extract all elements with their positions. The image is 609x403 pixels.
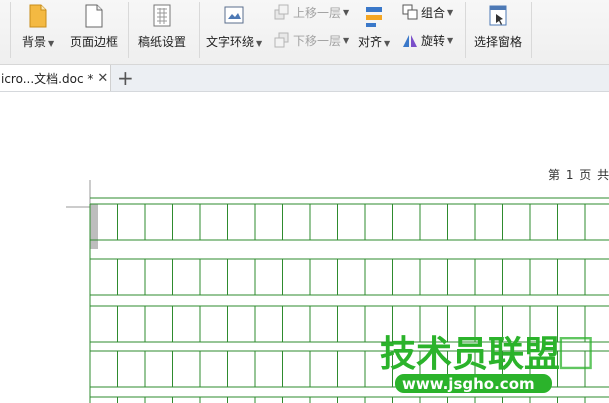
watermark-url: www.jsgho.com [402, 375, 535, 393]
chevron-down-icon: ▼ [447, 7, 454, 17]
manuscript-grid-icon [151, 4, 173, 28]
selection-pane-label: 选择窗格 [474, 35, 523, 49]
rotate-icon [402, 32, 418, 48]
document-canvas[interactable]: 第 1 页 共 技术员联盟 www.jsgho.com □ [0, 92, 609, 403]
document-tab-bar: icro...文档.doc * ✕ + [0, 65, 609, 92]
text-wrap-button[interactable]: 文字环绕 ▼ [206, 0, 262, 50]
manuscript-settings-label: 稿纸设置 [138, 35, 187, 49]
document-tab-title: icro...文档.doc * [1, 71, 94, 86]
page-border-button[interactable]: 页面边框 [70, 0, 118, 50]
send-backward-label: 下移一层 [293, 33, 342, 48]
bring-forward-label: 上移一层 [293, 5, 342, 20]
ribbon-separator [465, 2, 466, 58]
bring-forward-button[interactable]: 上移一层 ▼ [274, 2, 349, 22]
selection-pane-icon [487, 4, 509, 28]
chevron-down-icon: ▼ [343, 7, 350, 17]
ribbon-separator [10, 2, 11, 58]
ribbon-separator [531, 2, 532, 58]
send-backward-icon [274, 32, 290, 48]
close-icon[interactable]: ✕ [97, 71, 108, 86]
chevron-down-icon: ▼ [447, 35, 454, 45]
chevron-down-icon: ▼ [343, 35, 350, 45]
group-icon [402, 4, 418, 20]
page-border-icon [83, 4, 105, 28]
text-wrap-label: 文字环绕 [206, 35, 255, 49]
align-button[interactable]: 对齐 ▼ [358, 0, 390, 50]
watermark-logo: 技术员联盟 www.jsgho.com □ [380, 328, 596, 393]
background-button[interactable]: 背景 ▼ [22, 0, 54, 50]
rotate-button[interactable]: 旋转 ▼ [402, 30, 453, 50]
page-border-label: 页面边框 [70, 35, 119, 49]
svg-text:□: □ [556, 328, 596, 374]
group-button[interactable]: 组合 ▼ [402, 2, 453, 22]
ribbon-toolbar: 背景 ▼ 页面边框 稿纸设置 文字环绕 ▼ 上移一层 ▼ 下移一层 ▼ 对齐 ▼… [0, 0, 609, 65]
add-tab-button[interactable]: + [117, 66, 134, 90]
group-label: 组合 [421, 5, 446, 20]
ribbon-separator [199, 2, 200, 58]
watermark-title: 技术员联盟 [380, 334, 560, 375]
rotate-label: 旋转 [421, 33, 446, 48]
align-label: 对齐 [358, 35, 383, 49]
selection-pane-button[interactable]: 选择窗格 [474, 0, 522, 50]
align-icon [363, 4, 385, 28]
chevron-down-icon: ▼ [256, 39, 263, 48]
chevron-down-icon: ▼ [384, 39, 391, 48]
background-icon [27, 4, 49, 28]
chevron-down-icon: ▼ [48, 39, 55, 48]
bring-forward-icon [274, 4, 290, 20]
text-wrap-icon [223, 4, 245, 28]
document-tab[interactable]: icro...文档.doc * ✕ [0, 65, 111, 91]
ribbon-separator [128, 2, 129, 58]
background-label: 背景 [22, 35, 47, 49]
manuscript-settings-button[interactable]: 稿纸设置 [138, 0, 186, 50]
send-backward-button[interactable]: 下移一层 ▼ [274, 30, 349, 50]
